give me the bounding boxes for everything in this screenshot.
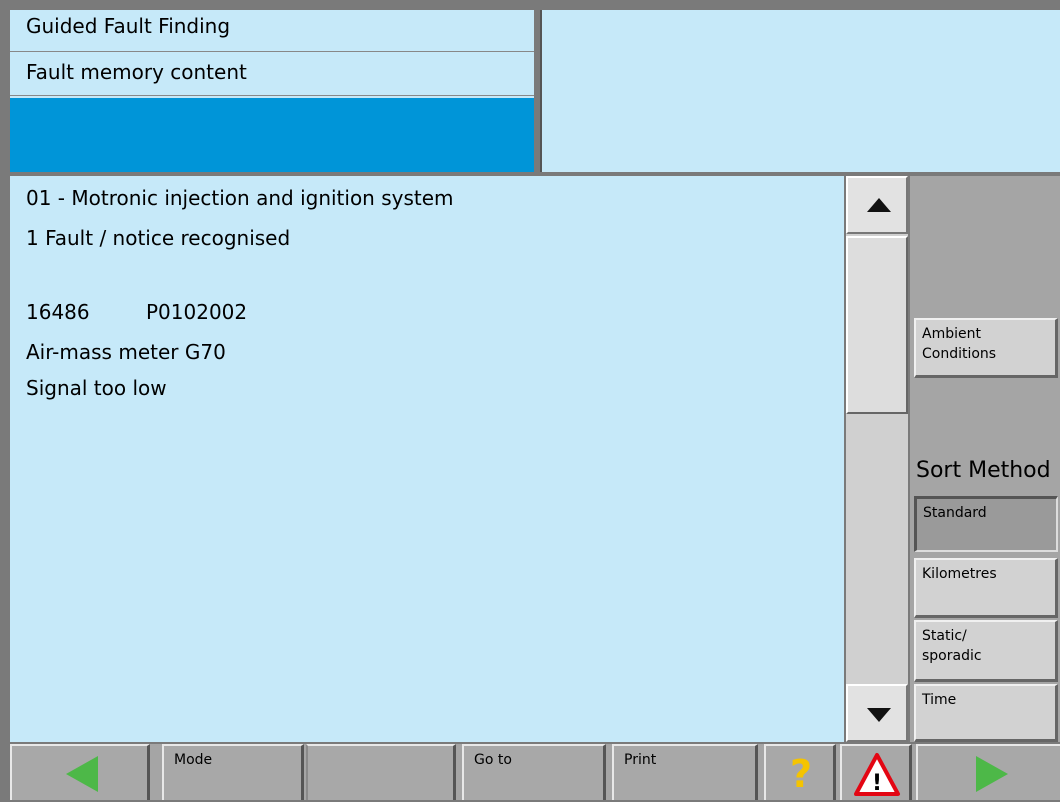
sort-static-sporadic-button[interactable]: Static/ sporadic bbox=[914, 620, 1058, 682]
fault-description: Signal too low bbox=[26, 376, 167, 400]
back-button[interactable] bbox=[10, 744, 150, 800]
ambient-label-line2: Conditions bbox=[922, 346, 997, 362]
status-band bbox=[10, 98, 534, 172]
help-icon: ? bbox=[790, 752, 813, 796]
arrow-left-icon bbox=[66, 756, 98, 792]
sort-standard-button[interactable]: Standard bbox=[914, 496, 1058, 552]
sort-time-label: Time bbox=[922, 692, 957, 708]
control-unit-line: 01 - Motronic injection and ignition sys… bbox=[26, 186, 454, 210]
print-label: Print bbox=[624, 752, 657, 768]
fault-component: Air-mass meter G70 bbox=[26, 340, 226, 364]
help-button[interactable]: ? bbox=[764, 744, 836, 800]
sort-kilometres-button[interactable]: Kilometres bbox=[914, 558, 1058, 618]
sort-method-label: Sort Method bbox=[916, 458, 1051, 483]
warning-button[interactable]: ! bbox=[840, 744, 912, 800]
warning-icon: ! bbox=[854, 753, 900, 796]
header-info-panel bbox=[540, 10, 1060, 172]
sort-sporadic-label: sporadic bbox=[922, 648, 982, 664]
arrow-up-icon bbox=[867, 198, 891, 212]
goto-label: Go to bbox=[474, 752, 512, 768]
fault-code: 16486 bbox=[26, 300, 90, 324]
ambient-conditions-button[interactable]: Ambient Conditions bbox=[914, 318, 1058, 378]
forward-button[interactable] bbox=[916, 744, 1060, 800]
print-button[interactable]: Print bbox=[612, 744, 758, 800]
fault-count-line: 1 Fault / notice recognised bbox=[26, 226, 291, 250]
goto-button[interactable]: Go to bbox=[462, 744, 606, 800]
arrow-down-icon bbox=[867, 708, 891, 722]
side-panel: Ambient Conditions Sort Method Standard … bbox=[910, 176, 1060, 742]
sort-time-button[interactable]: Time bbox=[914, 684, 1058, 742]
scroll-thumb[interactable] bbox=[846, 236, 908, 414]
sort-static-label: Static/ bbox=[922, 628, 967, 644]
bottom-toolbar: Mode Go to Print ? ! bbox=[10, 744, 1060, 800]
mode-button[interactable]: Mode bbox=[162, 744, 304, 800]
arrow-right-icon bbox=[976, 756, 1008, 792]
sort-standard-label: Standard bbox=[923, 505, 987, 521]
sort-kilometres-label: Kilometres bbox=[922, 566, 997, 582]
fault-memory-content: 01 - Motronic injection and ignition sys… bbox=[10, 176, 844, 742]
ambient-label-line1: Ambient bbox=[922, 326, 981, 342]
page-title: Guided Fault Finding bbox=[10, 10, 534, 52]
page-subtitle: Fault memory content bbox=[10, 52, 534, 96]
header-panel: Guided Fault Finding Fault memory conten… bbox=[10, 10, 534, 172]
fault-obd-code: P0102002 bbox=[146, 300, 248, 324]
mode-label: Mode bbox=[174, 752, 213, 768]
toolbar-spacer bbox=[306, 744, 456, 800]
vertical-scrollbar[interactable] bbox=[846, 176, 908, 742]
scroll-down-button[interactable] bbox=[846, 684, 908, 742]
scroll-up-button[interactable] bbox=[846, 176, 908, 234]
warning-mark: ! bbox=[872, 771, 882, 796]
